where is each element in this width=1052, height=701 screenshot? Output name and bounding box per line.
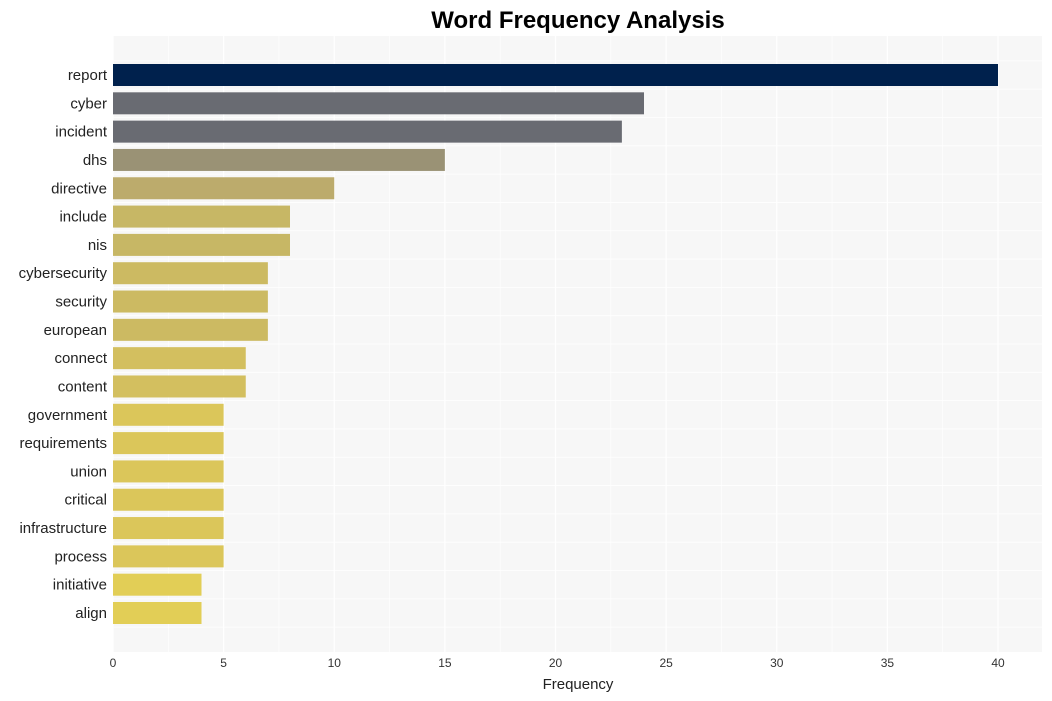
y-label-infrastructure: infrastructure <box>19 520 107 537</box>
chart-title: Word Frequency Analysis <box>431 7 724 34</box>
word-frequency-chart: report cyber incident dhs directive include ni… <box>19 7 1042 693</box>
bar-critical <box>113 488 224 511</box>
bar-process <box>113 545 224 568</box>
y-axis-labels: report cyber incident dhs directive include ni… <box>19 67 108 622</box>
bar-incident <box>113 120 622 143</box>
x-axis-title: Frequency <box>543 676 614 693</box>
bar-include <box>113 205 290 228</box>
bar-european <box>113 318 268 341</box>
y-label-initiative: initiative <box>53 577 107 594</box>
bar-align <box>113 602 202 624</box>
y-label-critical: critical <box>64 492 107 509</box>
y-label-process: process <box>54 548 107 565</box>
bar-cybersecurity <box>113 262 268 285</box>
y-label-nis: nis <box>88 237 107 254</box>
y-label-cyber: cyber <box>70 95 107 112</box>
y-label-european: european <box>44 322 107 339</box>
bar-nis <box>113 233 290 256</box>
bar-connect <box>113 347 246 370</box>
x-tick-label: 30 <box>770 656 784 670</box>
y-label-align: align <box>75 605 107 622</box>
bar-infrastructure <box>113 517 224 540</box>
x-tick-label: 0 <box>110 656 117 670</box>
bar-dhs <box>113 148 445 171</box>
bar-cyber <box>113 92 644 115</box>
x-tick-label: 25 <box>659 656 673 670</box>
bar-government <box>113 403 224 426</box>
y-label-security: security <box>55 294 107 311</box>
y-label-dhs: dhs <box>83 152 107 169</box>
y-label-directive: directive <box>51 180 107 197</box>
x-tick-label: 10 <box>328 656 342 670</box>
y-label-cybersecurity: cybersecurity <box>19 265 108 282</box>
y-label-requirements: requirements <box>19 435 107 452</box>
x-tick-label: 40 <box>991 656 1005 670</box>
x-tick-label: 5 <box>220 656 227 670</box>
bar-content <box>113 375 246 398</box>
y-label-government: government <box>28 407 108 424</box>
x-axis-ticks: 0 5 10 15 20 25 30 35 40 <box>110 656 1005 670</box>
x-tick-label: 35 <box>881 656 895 670</box>
bar-union <box>113 460 224 483</box>
y-label-report: report <box>68 67 108 84</box>
y-label-content: content <box>58 378 108 395</box>
bar-directive <box>113 177 335 200</box>
bar-security <box>113 290 268 313</box>
x-tick-label: 20 <box>549 656 563 670</box>
y-label-incident: incident <box>55 124 108 141</box>
bar-report <box>113 64 998 86</box>
y-label-union: union <box>70 463 107 480</box>
bar-initiative <box>113 573 202 596</box>
y-label-connect: connect <box>54 350 107 367</box>
y-label-include: include <box>59 209 107 226</box>
x-tick-label: 15 <box>438 656 452 670</box>
bar-requirements <box>113 432 224 455</box>
